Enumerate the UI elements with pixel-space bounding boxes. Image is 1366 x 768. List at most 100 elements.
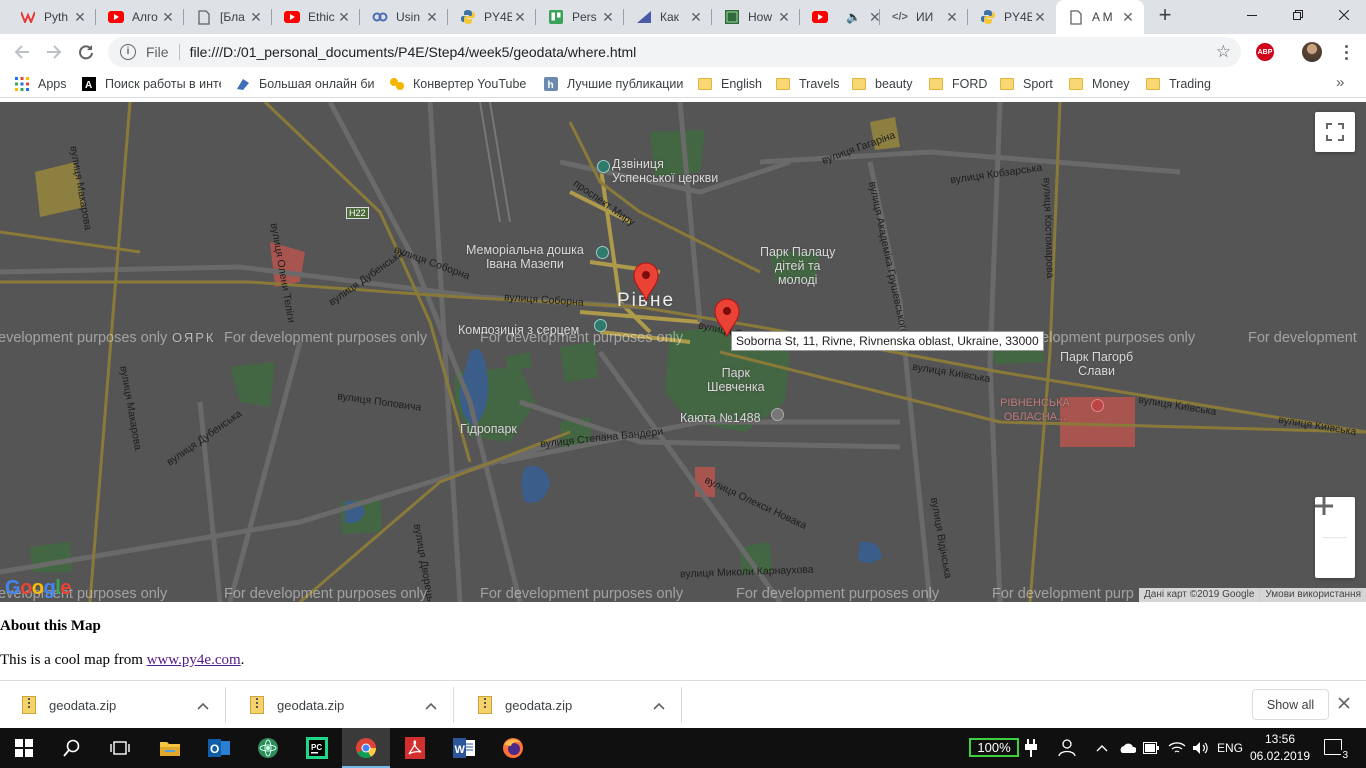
close-icon[interactable]: ✕ xyxy=(512,9,528,26)
close-icon[interactable]: ✕ xyxy=(336,9,352,26)
people-icon[interactable] xyxy=(1058,728,1076,768)
tab[interactable]: Usin ✕ xyxy=(360,0,448,34)
tab[interactable]: Как ✕ xyxy=(624,0,712,34)
poi-pin-icon[interactable] xyxy=(596,246,609,259)
google-logo[interactable]: Google xyxy=(5,577,71,600)
bookmark-folder[interactable]: Money xyxy=(1068,75,1130,93)
close-icon[interactable]: ✕ xyxy=(688,9,704,26)
menu-icon[interactable] xyxy=(1336,42,1356,62)
bookmark-folder[interactable]: Trading xyxy=(1145,75,1211,93)
forward-button[interactable] xyxy=(40,38,68,66)
close-icon[interactable]: ✕ xyxy=(248,9,264,26)
map-label-church[interactable]: Дзвіниця Успенської церкви xyxy=(612,157,718,185)
taskbar-outlook[interactable]: O xyxy=(195,728,243,768)
taskbar-firefox[interactable] xyxy=(489,728,537,768)
taskbar-chrome[interactable] xyxy=(342,728,390,768)
taskbar-atom[interactable] xyxy=(244,728,292,768)
bookmark-apps[interactable]: Apps xyxy=(14,75,67,93)
bookmark-folder[interactable]: beauty xyxy=(851,75,913,93)
tab[interactable]: Pyth ✕ xyxy=(8,0,96,34)
map-label-hospital[interactable]: РІВНЕНСЬКА ОБЛАСНА... xyxy=(1000,396,1070,424)
bookmark-star-icon[interactable]: ☆ xyxy=(1216,42,1231,62)
power-plug-icon[interactable] xyxy=(1025,728,1037,768)
bookmark-folder[interactable]: FORD xyxy=(928,75,987,93)
close-icon[interactable]: ✕ xyxy=(1032,9,1048,26)
poi-pin-icon[interactable] xyxy=(597,160,610,173)
tab[interactable]: How ✕ xyxy=(712,0,800,34)
close-icon[interactable]: ✕ xyxy=(600,9,616,26)
taskbar-explorer[interactable] xyxy=(146,728,194,768)
show-all-button[interactable]: Show all xyxy=(1252,689,1329,720)
tab[interactable]: </> ИИ ✕ xyxy=(880,0,968,34)
language-indicator[interactable]: ENG xyxy=(1217,728,1243,768)
google-map[interactable]: H22 Дзвіниця Успенської церкви Меморіаль… xyxy=(0,102,1366,602)
map-label-kayuta[interactable]: Каюта №1488 xyxy=(680,411,761,425)
close-downloads-icon[interactable] xyxy=(1338,693,1350,714)
close-icon[interactable]: ✕ xyxy=(160,9,176,26)
map-label-park-shevchenko[interactable]: Парк Шевченка xyxy=(707,366,765,394)
download-item[interactable]: geodata.zip xyxy=(456,687,682,723)
action-center-icon[interactable]: 3 xyxy=(1324,739,1349,761)
tab[interactable]: PY4E ✕ xyxy=(448,0,536,34)
chevron-up-icon[interactable] xyxy=(197,698,209,713)
new-tab-button[interactable]: + xyxy=(1153,4,1177,28)
download-item[interactable]: geodata.zip xyxy=(0,687,226,723)
map-label-park-palace[interactable]: Парк Палацу дітей та молоді xyxy=(760,245,835,287)
search-button[interactable] xyxy=(48,728,96,768)
battery-icon[interactable] xyxy=(1143,728,1159,768)
bookmark-item[interactable]: Конвертер YouTube xyxy=(389,75,529,93)
tab-active[interactable]: A M ✕ xyxy=(1056,0,1144,34)
bookmark-folder[interactable]: Travels xyxy=(775,75,840,93)
bookmarks-overflow-icon[interactable]: » xyxy=(1336,74,1344,91)
profile-avatar[interactable] xyxy=(1302,42,1322,62)
close-icon[interactable]: ✕ xyxy=(1120,9,1136,26)
close-icon[interactable]: ✕ xyxy=(72,9,88,26)
poi-pin-icon[interactable] xyxy=(771,408,784,421)
tab[interactable]: Алго ✕ xyxy=(96,0,184,34)
bookmark-folder[interactable]: Sport xyxy=(999,75,1053,93)
tab[interactable]: 🔈 ✕ xyxy=(800,0,881,34)
tab[interactable]: PY4E ✕ xyxy=(968,0,1056,34)
taskbar-word[interactable]: W xyxy=(440,728,488,768)
wifi-icon[interactable] xyxy=(1168,728,1186,768)
restore-button[interactable] xyxy=(1275,0,1321,30)
taskbar-clock[interactable]: 13:56 06.02.2019 xyxy=(1248,731,1312,765)
back-button[interactable] xyxy=(8,38,36,66)
hospital-pin-icon[interactable] xyxy=(1091,399,1104,412)
close-icon[interactable]: ✕ xyxy=(424,9,440,26)
adblock-icon[interactable]: ABP xyxy=(1256,43,1274,61)
audio-playing-icon[interactable]: 🔈 xyxy=(846,10,861,24)
taskbar-pycharm[interactable]: PC xyxy=(293,728,341,768)
address-bar[interactable]: i File file:///D:/01_personal_documents/… xyxy=(108,37,1241,67)
map-label-park-pagorb[interactable]: Парк Пагорб Слави xyxy=(1060,350,1133,378)
bookmark-folder[interactable]: English xyxy=(697,75,762,93)
bookmark-item[interactable]: h Лучшие публикации xyxy=(543,75,683,93)
tab[interactable]: Pers ✕ xyxy=(536,0,624,34)
bookmark-item[interactable]: A Поиск работы в инте xyxy=(81,75,221,93)
tab[interactable]: Ethic ✕ xyxy=(272,0,360,34)
map-label-hydropark[interactable]: Гідропарк xyxy=(460,422,517,436)
map-label-memorial[interactable]: Меморіальна дошка Івана Мазепи xyxy=(466,243,584,271)
close-icon[interactable]: ✕ xyxy=(944,9,960,26)
start-button[interactable] xyxy=(0,728,48,768)
close-icon[interactable]: ✕ xyxy=(776,9,792,26)
task-view-button[interactable] xyxy=(96,728,144,768)
py4e-link[interactable]: www.py4e.com xyxy=(147,652,241,668)
fullscreen-button[interactable] xyxy=(1315,112,1355,152)
taskbar-acrobat[interactable] xyxy=(391,728,439,768)
chevron-up-icon[interactable] xyxy=(653,698,665,713)
zoom-out-button[interactable] xyxy=(1315,504,1355,578)
close-window-button[interactable] xyxy=(1321,0,1366,30)
info-icon[interactable]: i xyxy=(120,44,136,60)
map-terms-link[interactable]: Умови використання xyxy=(1259,588,1366,602)
chevron-up-icon[interactable] xyxy=(1096,728,1108,768)
map-marker-icon[interactable] xyxy=(632,262,660,302)
download-item[interactable]: geodata.zip xyxy=(228,687,454,723)
bookmark-item[interactable]: Большая онлайн биб xyxy=(235,75,375,93)
onedrive-icon[interactable] xyxy=(1118,728,1136,768)
battery-indicator[interactable]: 100% xyxy=(969,738,1019,757)
chevron-up-icon[interactable] xyxy=(425,698,437,713)
tab[interactable]: [Бла ✕ xyxy=(184,0,272,34)
url-text[interactable]: file:///D:/01_personal_documents/P4E/Ste… xyxy=(190,44,1216,60)
reload-button[interactable] xyxy=(72,38,100,66)
